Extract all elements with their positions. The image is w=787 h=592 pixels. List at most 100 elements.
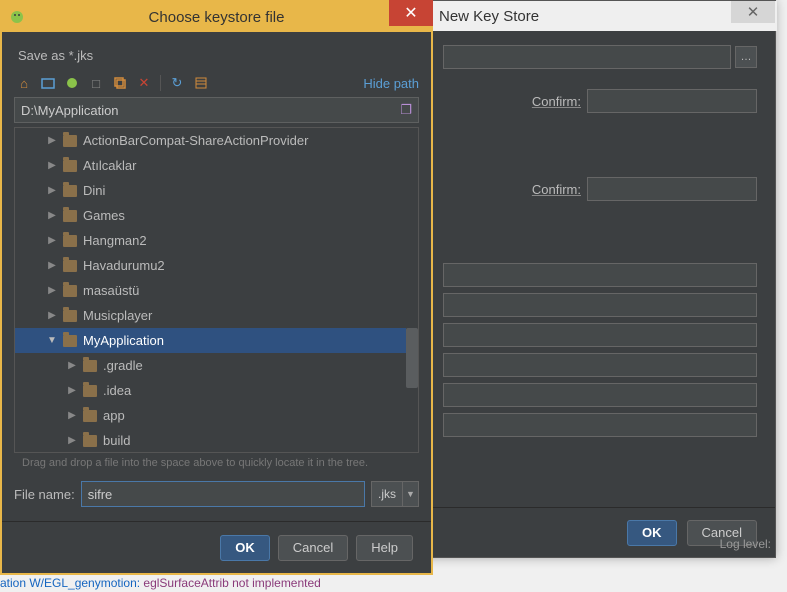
folder-icon	[63, 235, 77, 247]
toolbar-separator	[160, 75, 161, 91]
android-studio-icon	[8, 8, 26, 26]
cert-field-1[interactable]	[443, 263, 757, 287]
tree-item[interactable]: ▶ app	[15, 403, 418, 428]
tree-item-label: Hangman2	[83, 233, 147, 248]
folder-icon	[63, 210, 77, 222]
tree-item[interactable]: ▶ ActionBarCompat-ShareActionProvider	[15, 128, 418, 153]
back-dialog-title: New Key Store	[431, 1, 777, 31]
front-dialog-body: Save as *.jks ⌂ □ ✕ ↻ Hide path ❐ ▶ Actio…	[2, 32, 431, 507]
folder-icon	[63, 185, 77, 197]
tree-item[interactable]: ▶ Atılcaklar	[15, 153, 418, 178]
tree-item[interactable]: ▶.idea	[15, 378, 418, 403]
front-ok-button[interactable]: OK	[220, 535, 270, 561]
tree-item-label: Atılcaklar	[83, 158, 136, 173]
path-input-container: ❐	[14, 97, 419, 123]
cert-field-3[interactable]	[443, 323, 757, 347]
log-level-label: Log level:	[720, 537, 771, 551]
extension-selector[interactable]: .jks ▼	[371, 481, 419, 507]
tree-item[interactable]: ▶ Havadurumu2	[15, 253, 418, 278]
console-msg: eglSurfaceAttrib not implemented	[140, 576, 321, 590]
chevron-right-icon[interactable]: ▶	[47, 285, 57, 296]
folder-icon	[83, 435, 97, 447]
folder-icon	[63, 135, 77, 147]
hide-path-link[interactable]: Hide path	[363, 76, 419, 91]
tree-item[interactable]: ▶Dini	[15, 178, 418, 203]
console-tag: ation W/EGL_genymotion:	[0, 576, 140, 590]
front-cancel-button[interactable]: Cancel	[278, 535, 348, 561]
tree-scrollbar[interactable]	[406, 128, 418, 452]
front-dialog-close-button[interactable]: ✕	[389, 0, 433, 26]
chevron-right-icon[interactable]: ▶	[47, 260, 57, 271]
android-icon[interactable]	[64, 75, 80, 91]
chevron-right-icon[interactable]: ▶	[67, 385, 77, 396]
tree-item[interactable]: ▶ Hangman2	[15, 228, 418, 253]
tree-item[interactable]: ▼MyApplication	[15, 328, 418, 353]
keystore-path-input[interactable]	[443, 45, 731, 69]
front-help-button[interactable]: Help	[356, 535, 413, 561]
tree-item-label: build	[103, 433, 130, 448]
chevron-down-icon[interactable]: ▼	[402, 482, 418, 506]
chevron-right-icon[interactable]: ▶	[67, 435, 77, 446]
project-icon[interactable]	[40, 75, 56, 91]
tree-item[interactable]: ▶ build	[15, 428, 418, 453]
tree-item-label: ActionBarCompat-ShareActionProvider	[83, 133, 308, 148]
history-icon[interactable]: ❐	[398, 102, 414, 118]
chevron-right-icon[interactable]: ▶	[67, 410, 77, 421]
cert-field-6[interactable]	[443, 413, 757, 437]
back-dialog-body: … Confirm: Confirm:	[431, 31, 769, 551]
cert-field-4[interactable]	[443, 353, 757, 377]
home-icon[interactable]: ⌂	[16, 75, 32, 91]
extension-label: .jks	[372, 487, 402, 501]
confirm-label-1: Confirm:	[532, 94, 581, 109]
console-output: ation W/EGL_genymotion: eglSurfaceAttrib…	[0, 576, 321, 590]
folder-icon	[83, 410, 97, 422]
copy-icon[interactable]	[112, 75, 128, 91]
tree-item-label: Havadurumu2	[83, 258, 165, 273]
chevron-down-icon[interactable]: ▼	[47, 335, 57, 346]
tree-item-label: masaüstü	[83, 283, 139, 298]
file-chooser-toolbar: ⌂ □ ✕ ↻ Hide path	[14, 73, 419, 97]
chevron-right-icon[interactable]: ▶	[47, 160, 57, 171]
tree-scroll-thumb[interactable]	[406, 328, 418, 388]
confirm-input-2[interactable]	[587, 177, 757, 201]
folder-icon	[63, 285, 77, 297]
path-input[interactable]	[21, 103, 398, 118]
save-as-label: Save as *.jks	[18, 48, 419, 63]
chevron-right-icon[interactable]: ▶	[47, 210, 57, 221]
chevron-right-icon[interactable]: ▶	[67, 360, 77, 371]
confirm-input-1[interactable]	[587, 89, 757, 113]
folder-icon	[63, 335, 77, 347]
close-icon: ✕	[404, 3, 417, 23]
tree-item[interactable]: ▶Musicplayer	[15, 303, 418, 328]
front-dialog-footer: OK Cancel Help	[2, 521, 431, 573]
show-hidden-icon[interactable]	[193, 75, 209, 91]
refresh-icon[interactable]: ↻	[169, 75, 185, 91]
tree-item[interactable]: ▶ masaüstü	[15, 278, 418, 303]
folder-icon	[83, 360, 97, 372]
chevron-right-icon[interactable]: ▶	[47, 235, 57, 246]
tree-item-label: app	[103, 408, 125, 423]
delete-icon[interactable]: ✕	[136, 75, 152, 91]
cert-field-2[interactable]	[443, 293, 757, 317]
chevron-right-icon[interactable]: ▶	[47, 310, 57, 321]
filename-label: File name:	[14, 487, 75, 502]
chevron-right-icon[interactable]: ▶	[47, 185, 57, 196]
front-dialog-titlebar[interactable]: Choose keystore file ✕	[2, 2, 431, 32]
tree-item-label: .gradle	[103, 358, 143, 373]
new-folder-icon[interactable]: □	[88, 75, 104, 91]
front-dialog-title-text: Choose keystore file	[149, 9, 285, 26]
tree-item[interactable]: ▶ .gradle	[15, 353, 418, 378]
close-icon: ✕	[747, 3, 760, 21]
tree-item[interactable]: ▶Games	[15, 203, 418, 228]
chevron-right-icon[interactable]: ▶	[47, 135, 57, 146]
ellipsis-icon: …	[741, 51, 752, 63]
back-dialog-close-button[interactable]: ✕	[731, 1, 775, 23]
back-ok-button[interactable]: OK	[627, 520, 677, 546]
filename-input[interactable]	[81, 481, 365, 507]
tree-hint: Drag and drop a file into the space abov…	[14, 453, 419, 475]
choose-keystore-dialog: Choose keystore file ✕ Save as *.jks ⌂ □…	[0, 0, 433, 575]
browse-button[interactable]: …	[735, 46, 757, 68]
file-tree[interactable]: ▶ ActionBarCompat-ShareActionProvider ▶ Atı…	[14, 127, 419, 453]
cert-field-5[interactable]	[443, 383, 757, 407]
folder-icon	[63, 160, 77, 172]
